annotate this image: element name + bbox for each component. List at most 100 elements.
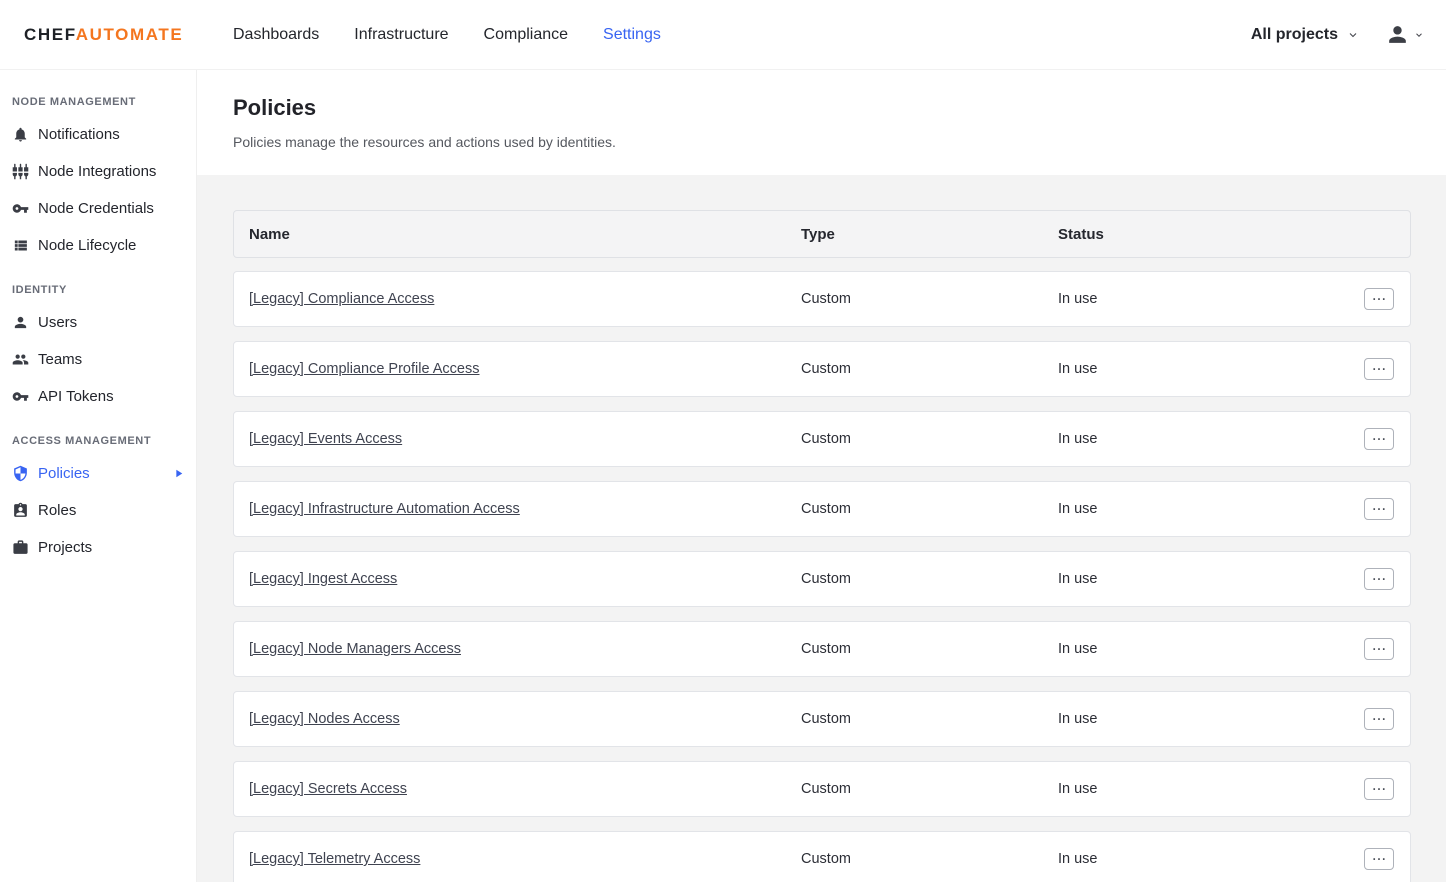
policies-table: Name Type Status [Legacy] Compliance Acc… bbox=[233, 210, 1411, 882]
policy-status: In use bbox=[1058, 361, 1362, 377]
row-menu-button[interactable]: ... bbox=[1364, 778, 1394, 800]
policy-name-link[interactable]: [Legacy] Ingest Access bbox=[249, 571, 397, 587]
top-navbar: CHEFAUTOMATE Dashboards Infrastructure Com… bbox=[0, 0, 1446, 70]
policy-name-link[interactable]: [Legacy] Compliance Access bbox=[249, 291, 434, 307]
sidebar-item-users[interactable]: Users bbox=[0, 304, 196, 341]
user-avatar-icon bbox=[1385, 22, 1410, 47]
policy-name-link[interactable]: [Legacy] Events Access bbox=[249, 431, 402, 447]
bell-icon bbox=[12, 126, 29, 143]
sidebar-item-api-tokens[interactable]: API Tokens bbox=[0, 378, 196, 415]
logo-automate-text: AUTOMATE bbox=[76, 25, 184, 44]
row-menu-button[interactable]: ... bbox=[1364, 358, 1394, 380]
table-row: [Legacy] Secrets AccessCustomIn use... bbox=[233, 761, 1411, 817]
credentials-key-icon bbox=[12, 200, 29, 217]
policy-type: Custom bbox=[801, 571, 1058, 587]
row-menu-button[interactable]: ... bbox=[1364, 428, 1394, 450]
person-icon bbox=[12, 314, 29, 331]
key-icon bbox=[12, 388, 29, 405]
table-row: [Legacy] Telemetry AccessCustomIn use... bbox=[233, 831, 1411, 882]
policy-type: Custom bbox=[801, 711, 1058, 727]
sidebar-item-label: Node Credentials bbox=[38, 200, 154, 217]
policy-status: In use bbox=[1058, 571, 1362, 587]
column-header-name: Name bbox=[249, 226, 801, 243]
policy-name-link[interactable]: [Legacy] Secrets Access bbox=[249, 781, 407, 797]
policy-type: Custom bbox=[801, 291, 1058, 307]
sidebar-item-notifications[interactable]: Notifications bbox=[0, 116, 196, 153]
row-menu-button[interactable]: ... bbox=[1364, 708, 1394, 730]
table-row: [Legacy] Events Access CustomIn use... bbox=[233, 411, 1411, 467]
projects-filter-label: All projects bbox=[1251, 26, 1338, 44]
projects-filter-dropdown[interactable]: All projects bbox=[1251, 26, 1359, 44]
nav-item-settings[interactable]: Settings bbox=[603, 26, 661, 44]
sidebar-section-node-management: NODE MANAGEMENT bbox=[12, 96, 184, 108]
policy-type: Custom bbox=[801, 501, 1058, 517]
sidebar-item-label: API Tokens bbox=[38, 388, 114, 405]
chevron-down-icon bbox=[1414, 30, 1424, 40]
policy-name-link[interactable]: [Legacy] Nodes Access bbox=[249, 711, 400, 727]
main-nav: Dashboards Infrastructure Compliance Settin… bbox=[233, 26, 661, 44]
policy-type: Custom bbox=[801, 431, 1058, 447]
sidebar-item-teams[interactable]: Teams bbox=[0, 341, 196, 378]
policy-status: In use bbox=[1058, 431, 1362, 447]
main-content: Policies Policies manage the resources a… bbox=[197, 70, 1446, 882]
shield-icon bbox=[12, 465, 29, 482]
people-icon bbox=[12, 351, 29, 368]
sidebar-item-node-lifecycle[interactable]: Node Lifecycle bbox=[0, 227, 196, 264]
row-menu-button[interactable]: ... bbox=[1364, 848, 1394, 870]
table-header: Name Type Status bbox=[233, 210, 1411, 258]
row-menu-button[interactable]: ... bbox=[1364, 638, 1394, 660]
policy-status: In use bbox=[1058, 641, 1362, 657]
table-row: [Legacy] Infrastructure Automation Acces… bbox=[233, 481, 1411, 537]
sidebar-item-node-integrations[interactable]: Node Integrations bbox=[0, 153, 196, 190]
sidebar-item-roles[interactable]: Roles bbox=[0, 492, 196, 529]
row-menu-button[interactable]: ... bbox=[1364, 568, 1394, 590]
page-title: Policies bbox=[233, 95, 1446, 121]
nav-item-infrastructure[interactable]: Infrastructure bbox=[354, 26, 448, 44]
briefcase-icon bbox=[12, 539, 29, 556]
policy-status: In use bbox=[1058, 851, 1362, 867]
policy-status: In use bbox=[1058, 291, 1362, 307]
table-row: [Legacy] Nodes Access CustomIn use... bbox=[233, 691, 1411, 747]
sidebar-item-label: Users bbox=[38, 314, 77, 331]
lifecycle-list-icon bbox=[12, 237, 29, 254]
table-row: [Legacy] Compliance Profile Access Custom… bbox=[233, 341, 1411, 397]
logo-chef-text: CHEF bbox=[24, 25, 76, 44]
chef-automate-logo[interactable]: CHEFAUTOMATE bbox=[24, 25, 183, 45]
active-item-arrow-icon bbox=[172, 467, 185, 480]
content-area: Name Type Status [Legacy] Compliance Acc… bbox=[197, 175, 1446, 882]
nav-item-compliance[interactable]: Compliance bbox=[484, 26, 568, 44]
page-subtitle: Policies manage the resources and action… bbox=[233, 134, 1446, 150]
integrations-icon bbox=[12, 163, 29, 180]
policy-status: In use bbox=[1058, 781, 1362, 797]
sidebar-section-access-management: ACCESS MANAGEMENT bbox=[12, 435, 184, 447]
sidebar-item-label: Node Integrations bbox=[38, 163, 156, 180]
sidebar-item-projects[interactable]: Projects bbox=[0, 529, 196, 566]
table-row: [Legacy] Node Managers Access CustomIn us… bbox=[233, 621, 1411, 677]
policy-name-link[interactable]: [Legacy] Telemetry Access bbox=[249, 851, 420, 867]
sidebar-item-label: Policies bbox=[38, 465, 90, 482]
sidebar-item-label: Notifications bbox=[38, 126, 120, 143]
nav-item-dashboards[interactable]: Dashboards bbox=[233, 26, 319, 44]
policy-name-link[interactable]: [Legacy] Node Managers Access bbox=[249, 641, 461, 657]
table-row: [Legacy] Compliance Access CustomIn use..… bbox=[233, 271, 1411, 327]
table-row: [Legacy] Ingest Access CustomIn use... bbox=[233, 551, 1411, 607]
sidebar: NODE MANAGEMENT Notifications Node Integra… bbox=[0, 70, 197, 882]
policy-status: In use bbox=[1058, 711, 1362, 727]
navbar-right: All projects bbox=[1251, 22, 1424, 47]
sidebar-item-node-credentials[interactable]: Node Credentials bbox=[0, 190, 196, 227]
sidebar-section-identity: IDENTITY bbox=[12, 284, 184, 296]
policy-name-link[interactable]: [Legacy] Compliance Profile Access bbox=[249, 361, 480, 377]
policy-name-link[interactable]: [Legacy] Infrastructure Automation Acces… bbox=[249, 501, 520, 517]
sidebar-item-policies[interactable]: Policies bbox=[0, 455, 196, 492]
sidebar-item-label: Teams bbox=[38, 351, 82, 368]
column-header-type: Type bbox=[801, 226, 1058, 243]
chevron-down-icon bbox=[1347, 29, 1359, 41]
policy-type: Custom bbox=[801, 361, 1058, 377]
sidebar-item-label: Node Lifecycle bbox=[38, 237, 136, 254]
user-menu[interactable] bbox=[1385, 22, 1424, 47]
row-menu-button[interactable]: ... bbox=[1364, 288, 1394, 310]
page-header: Policies Policies manage the resources a… bbox=[197, 70, 1446, 150]
row-menu-button[interactable]: ... bbox=[1364, 498, 1394, 520]
policy-type: Custom bbox=[801, 641, 1058, 657]
sidebar-item-label: Roles bbox=[38, 502, 76, 519]
